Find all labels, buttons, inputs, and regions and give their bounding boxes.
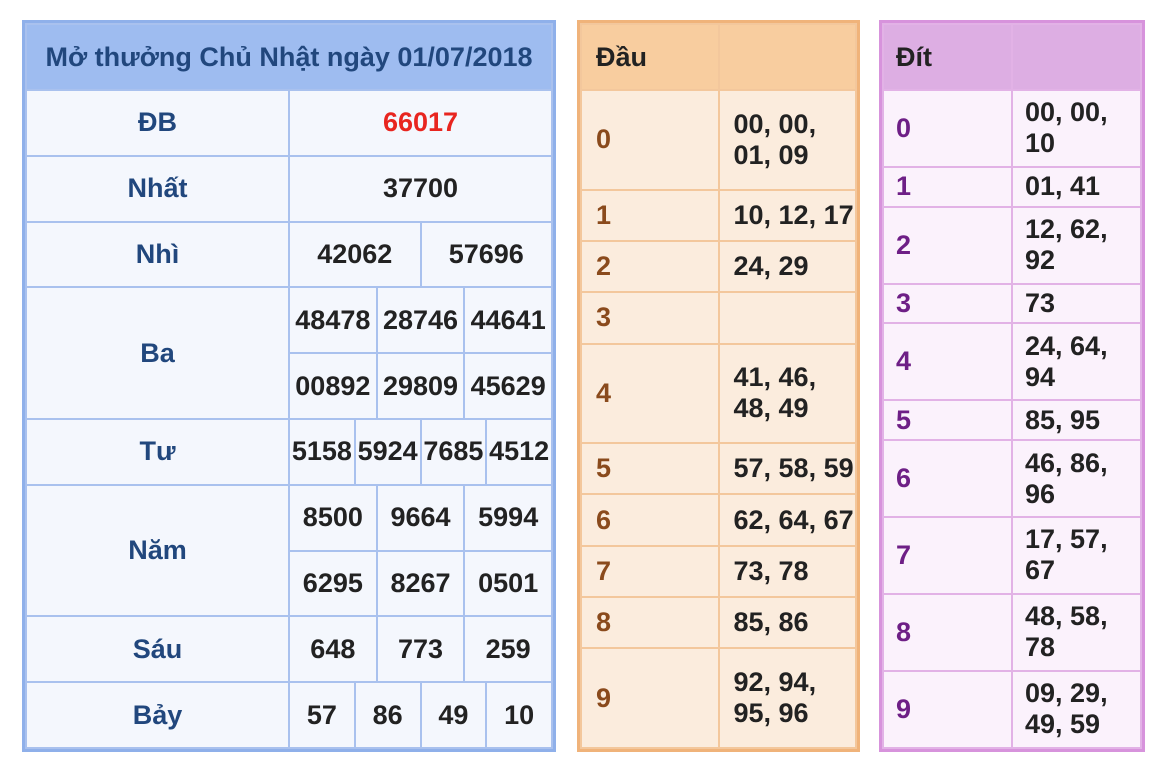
prize-row-ba-1: 48478 28746 44641 (288, 286, 553, 355)
prize-value: 7685 (419, 419, 486, 484)
prize-label-nhat: Nhất (25, 154, 290, 223)
prize-row-bay: 57 86 49 10 (288, 681, 553, 749)
dau-key: 9 (580, 647, 720, 749)
dit-value: 01, 41 (1011, 165, 1142, 208)
prize-value-nhat: 37700 (288, 154, 553, 223)
prize-value: 57696 (419, 222, 552, 287)
prize-label-ba: Ba (25, 286, 290, 420)
prize-value: 648 (310, 633, 356, 664)
dit-key: 2 (882, 205, 1013, 285)
prize-value: 48478 (295, 304, 371, 335)
dit-value: 24, 64, 94 (1011, 322, 1142, 402)
dit-value: 12, 62, 92 (1011, 205, 1142, 285)
prize-row-sau: 648 773 259 (288, 615, 553, 684)
prize-label-bay: Bảy (25, 681, 290, 749)
prize-row-nhi: 42062 57696 (288, 220, 553, 289)
dit-value: 17, 57, 67 (1011, 516, 1142, 595)
prize-row-tu: 5158 5924 7685 4512 (288, 417, 553, 486)
dau-key: 8 (580, 596, 720, 650)
prize-value: 42062 (317, 238, 393, 269)
prize-value: 8500 (302, 502, 363, 533)
dau-value: 24, 29 (717, 239, 857, 294)
dit-value: 00, 00, 10 (1011, 89, 1142, 168)
dit-value: 48, 58, 78 (1011, 592, 1142, 672)
dau-header: Đầu (580, 23, 720, 91)
dau-key: 1 (580, 188, 720, 242)
dit-key: 3 (882, 282, 1013, 325)
dau-value: 00, 00, 01, 09 (717, 89, 857, 191)
dau-key: 5 (580, 442, 720, 496)
dit-value: 85, 95 (1011, 399, 1142, 442)
prize-label-sau: Sáu (25, 615, 290, 684)
dau-value (717, 291, 857, 345)
prize-value: 5924 (353, 419, 420, 484)
prize-label-db: ĐB (25, 89, 290, 157)
dit-header: Đít (882, 23, 1013, 91)
dit-key: 8 (882, 592, 1013, 672)
dit-key: 7 (882, 516, 1013, 595)
dit-key: 6 (882, 439, 1013, 518)
prize-value: 9664 (375, 485, 464, 550)
dau-key: 3 (580, 291, 720, 345)
dit-table: Đít 0 00, 00, 10 1 01, 41 2 12, 62, 92 3 73 … (879, 20, 1145, 752)
prize-label-nam: Năm (25, 483, 290, 618)
dau-key: 2 (580, 239, 720, 294)
prize-value: 6295 (302, 567, 363, 598)
prize-value: 28746 (375, 288, 464, 353)
dit-key: 0 (882, 89, 1013, 168)
results-table: Mở thưởng Chủ Nhật ngày 01/07/2018 ĐB 66… (22, 20, 556, 752)
dau-table: Đầu 0 00, 00, 01, 09 1 10, 12, 17 2 24, 29 … (577, 20, 860, 752)
dit-key: 5 (882, 399, 1013, 442)
prize-value: 773 (375, 617, 464, 682)
prize-value: 44641 (463, 288, 551, 353)
dau-key: 4 (580, 342, 720, 445)
dit-key: 1 (882, 165, 1013, 208)
dau-value: 62, 64, 67 (717, 493, 857, 547)
prize-value: 49 (419, 683, 486, 747)
prize-value: 10 (485, 683, 551, 747)
dau-value: 73, 78 (717, 544, 857, 599)
prize-row-ba-2: 00892 29809 45629 (288, 352, 553, 420)
prize-label-tu: Tư (25, 417, 290, 486)
prize-value: 259 (463, 617, 551, 682)
dau-header-empty (717, 23, 857, 91)
prize-row-nam-2: 6295 8267 0501 (288, 549, 553, 618)
dau-key: 0 (580, 89, 720, 191)
prize-value: 29809 (375, 354, 464, 418)
results-title: Mở thưởng Chủ Nhật ngày 01/07/2018 (25, 23, 553, 91)
dit-header-empty (1011, 23, 1142, 91)
prize-value: 8267 (375, 551, 464, 616)
dit-value: 09, 29, 49, 59 (1011, 669, 1142, 750)
dau-key: 6 (580, 493, 720, 547)
prize-value: 4512 (485, 419, 551, 484)
dit-key: 4 (882, 322, 1013, 402)
dit-value: 73 (1011, 282, 1142, 325)
prize-value: 5158 (291, 436, 352, 467)
dau-value: 85, 86 (717, 596, 857, 650)
prize-value: 0501 (463, 551, 551, 616)
prize-value: 57 (306, 699, 337, 730)
dit-value: 46, 86, 96 (1011, 439, 1142, 518)
prize-value-db: 66017 (288, 89, 553, 157)
prize-row-nam-1: 8500 9664 5994 (288, 483, 553, 552)
prize-value: 86 (353, 683, 420, 747)
dau-value: 10, 12, 17 (717, 188, 857, 242)
dau-key: 7 (580, 544, 720, 599)
prize-value: 5994 (463, 485, 551, 550)
prize-value: 00892 (295, 370, 371, 401)
dau-value: 41, 46, 48, 49 (717, 342, 857, 445)
dau-value: 92, 94, 95, 96 (717, 647, 857, 749)
prize-value: 45629 (463, 354, 551, 418)
prize-label-nhi: Nhì (25, 220, 290, 289)
dau-value: 57, 58, 59 (717, 442, 857, 496)
dit-key: 9 (882, 669, 1013, 750)
